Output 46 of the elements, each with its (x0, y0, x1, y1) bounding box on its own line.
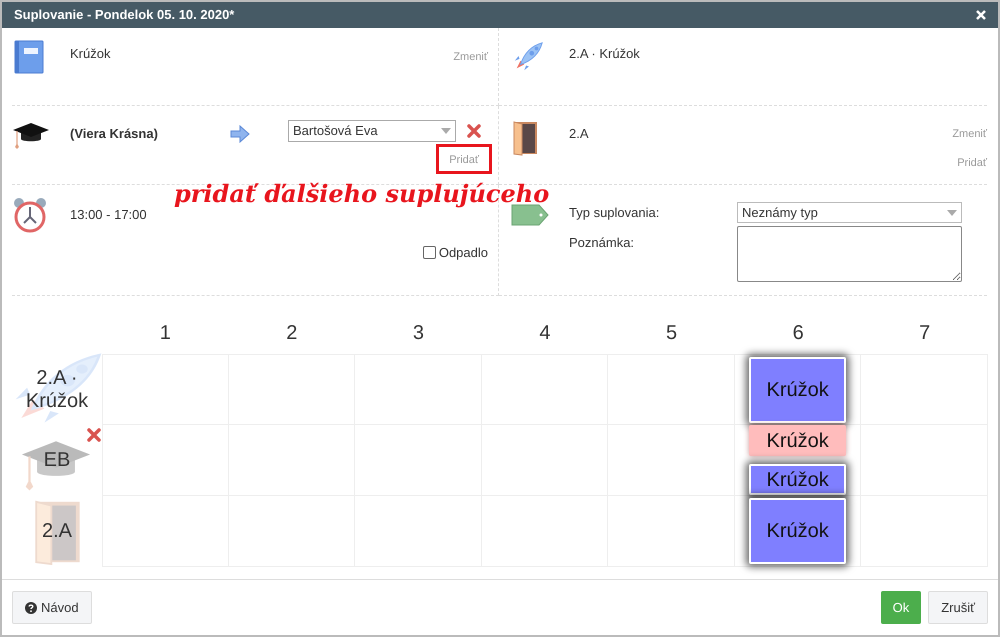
cancel-button[interactable]: Zrušiť (928, 591, 988, 624)
lesson-card[interactable]: Krúžok (749, 425, 846, 456)
lesson-card[interactable]: Krúžok (749, 356, 846, 422)
period-number: 4 (539, 321, 551, 346)
room-name: 2.A (569, 125, 590, 143)
field-label: Poznámka: (569, 234, 636, 252)
window-title: Suplovanie - Pondelok 05. 10. 2020* (14, 6, 234, 24)
timetable-cell[interactable]: Krúžok (734, 496, 862, 567)
door-icon (511, 120, 539, 156)
timetable-cell[interactable] (102, 354, 229, 425)
timetable-cell[interactable] (102, 425, 229, 496)
teacher-name: (Viera Krásna) (70, 125, 159, 143)
help-icon (25, 602, 37, 614)
book-icon (14, 40, 44, 74)
remove-icon[interactable] (466, 123, 482, 139)
timetable-cell[interactable]: Krúžok (734, 354, 862, 425)
period-number: 1 (160, 321, 171, 346)
note-field[interactable] (737, 226, 962, 282)
checkbox-label: Odpadlo (438, 244, 488, 262)
group-name: 2.A · Krúžok (569, 45, 640, 63)
handwritten-note: pridať ďalšieho suplujúceho (174, 178, 550, 210)
row-label: 2.A (42, 520, 72, 543)
period-number: 7 (919, 321, 930, 346)
subject-name: Krúžok (70, 45, 112, 63)
period-number: 6 (792, 321, 804, 346)
lesson-card[interactable]: Krúžok (749, 464, 846, 495)
row-label: EB (44, 449, 70, 472)
period-number: 2 (286, 321, 298, 346)
alarm-clock-icon (12, 197, 48, 233)
time-range: 13:00 - 17:00 (70, 206, 148, 224)
row-label: 2.A · Krúžok (24, 366, 90, 412)
type-select[interactable]: Neznámy typ (737, 202, 962, 223)
lesson-card[interactable]: Krúžok (749, 498, 846, 564)
arrow-right-icon (230, 125, 250, 143)
remove-icon[interactable] (86, 427, 102, 443)
timetable-cell[interactable]: Krúžok Krúžok (734, 425, 862, 496)
substitute-select[interactable]: Bartošová Eva (288, 120, 456, 142)
caret-icon (441, 128, 451, 134)
period-number: 3 (412, 321, 424, 346)
field-label: Typ suplovania: (569, 204, 660, 222)
close-icon[interactable] (976, 10, 986, 20)
help-button[interactable]: Návod (12, 591, 92, 624)
checkbox[interactable] (422, 246, 436, 260)
period-number: 5 (666, 321, 678, 346)
graduation-cap-icon (12, 120, 50, 150)
caret-icon (947, 210, 957, 216)
